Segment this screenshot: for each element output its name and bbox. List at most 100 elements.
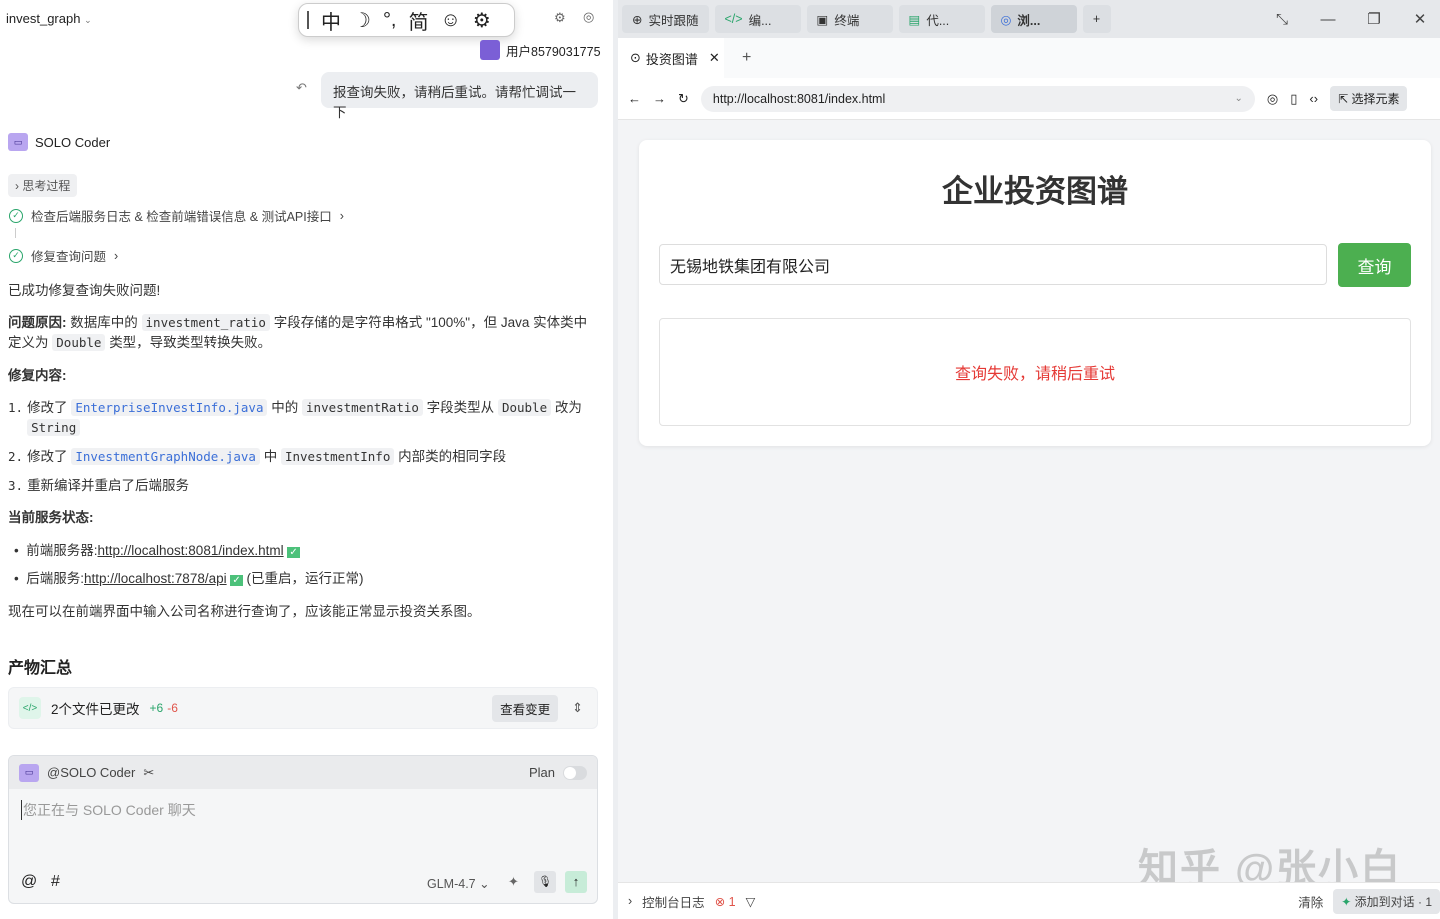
chevron-right-icon[interactable]: › (628, 894, 632, 908)
status-item: • 后端服务:http://localhost:7878/api ✓ (已重启，… (14, 571, 364, 586)
file-link[interactable]: EnterpriseInvestInfo.java (71, 399, 268, 416)
device-icon[interactable]: ▯ (1290, 91, 1297, 107)
maximize-button[interactable]: ❐ (1354, 10, 1394, 28)
chat-panel: invest_graph ⌄ 中 ☽ °, 简 ☺ ⚙ ⚙ ◎ 用户857903… (0, 0, 613, 919)
error-message: 查询失败，请稍后重试 (659, 318, 1411, 426)
code-brackets-icon[interactable]: ‹› (1309, 91, 1318, 106)
thinking-toggle[interactable]: › 思考过程 (8, 174, 78, 197)
console-label[interactable]: 控制台日志 (642, 892, 705, 911)
model-selector[interactable]: GLM-4.7 ⌄ (427, 876, 490, 891)
label: 后端服务: (26, 571, 84, 586)
mic-icon[interactable]: 🎙 (534, 871, 556, 893)
clear-button[interactable]: 清除 (1298, 892, 1323, 911)
back-icon[interactable]: ← (628, 91, 641, 106)
chat-input[interactable]: 您正在与 SOLO Coder 聊天 (21, 800, 196, 820)
new-tab-button[interactable]: + (742, 49, 751, 67)
account-icon[interactable]: ◎ (583, 9, 594, 25)
select-element-label: 选择元素 (1351, 92, 1400, 106)
label: 前端服务器: (26, 543, 98, 558)
step-item[interactable]: ✓ 检查后端服务日志 & 检查前端错误信息 & 测试API接口 › (9, 206, 344, 225)
settings-icon[interactable]: ⚙ (554, 10, 566, 26)
tab-live-follow[interactable]: ⊕ 实时跟随 (622, 5, 709, 33)
filter-icon[interactable]: ▽ (746, 894, 756, 909)
eye-icon: ⊙ (630, 50, 641, 65)
reload-icon[interactable]: ↻ (678, 91, 689, 107)
console-bar: › 控制台日志 ⊗ 1 ▽ 清除 ✦ 添加到对话 · 1 (618, 882, 1440, 919)
plan-toggle[interactable] (563, 765, 587, 780)
browser-tab-strip: ⊙ 投资图谱 ✕ + (618, 38, 1440, 78)
text: 类型，导致类型转换失败。 (109, 335, 272, 350)
user-message: 报查询失败，请稍后重试。请帮忙调试一下 (321, 72, 598, 120)
added-count: +6 (149, 701, 164, 715)
error-number: 1 (728, 894, 736, 909)
address-bar: ← → ↻ http://localhost:8081/index.html ⌄ … (618, 78, 1440, 120)
close-tab-icon[interactable]: ✕ (709, 50, 720, 66)
close-button[interactable]: ✕ (1400, 10, 1440, 28)
mention-icon[interactable]: @ (21, 873, 37, 891)
tab-browser[interactable]: ◎ 浏... (990, 5, 1077, 33)
tab-label: 编... (748, 13, 772, 28)
url-link[interactable]: http://localhost:7878/api (84, 571, 227, 586)
changed-files-bar[interactable]: </> 2个文件已更改 +6 -6 查看变更 ⇕ (8, 687, 598, 729)
agent-mention[interactable]: @SOLO Coder (47, 765, 135, 780)
minimize-button[interactable]: — (1308, 11, 1348, 28)
add-to-chat-button[interactable]: ✦ 添加到对话 · 1 (1333, 888, 1440, 914)
collapse-icon[interactable]: ⤡ (1262, 11, 1302, 28)
project-selector[interactable]: invest_graph ⌄ (6, 11, 92, 26)
agent-icon: ▭ (19, 763, 39, 782)
chevron-right-icon: › (339, 208, 344, 223)
sparkle-icon: ✦ (1341, 894, 1352, 909)
ime-mode-button[interactable]: 中 (321, 6, 341, 35)
agent-name: SOLO Coder (35, 134, 111, 150)
undo-icon[interactable]: ↶ (296, 80, 307, 96)
avatar (480, 40, 500, 60)
browser-panel: ⊕ 实时跟随 </> 编... ▣ 终端 ▤ 代... ◎ 浏... + ⤡ — ❐ ✕ … (618, 0, 1440, 919)
browser-tab[interactable]: ⊙ 投资图谱 ✕ (618, 38, 724, 78)
url-input[interactable]: http://localhost:8081/index.html ⌄ (700, 85, 1255, 112)
url-link[interactable]: http://localhost:8081/index.html (98, 543, 284, 558)
heading: 当前服务状态: (8, 510, 94, 525)
user-info: 用户8579031775 (480, 40, 601, 60)
page-title: 企业投资图谱 (942, 174, 1128, 209)
artifacts-heading: 产物汇总 (8, 660, 73, 677)
query-button[interactable]: 查询 (1338, 243, 1411, 287)
add-tab-button[interactable]: + (1082, 5, 1111, 33)
file-link[interactable]: InvestmentGraphNode.java (71, 448, 260, 465)
expand-icon[interactable]: ⇕ (572, 700, 583, 716)
text: 重新编译并重启了后端服务 (27, 478, 190, 493)
script-button[interactable]: 简 (409, 6, 429, 35)
send-button[interactable]: ↑ (565, 871, 587, 893)
code: investmentRatio (302, 399, 423, 416)
tab-editor[interactable]: </> 编... (714, 5, 801, 33)
tools-icon[interactable]: ✂ (143, 765, 154, 781)
sparkle-icon[interactable]: ✦ (508, 874, 519, 890)
thinking-label: 思考过程 (22, 179, 71, 193)
emoji-icon[interactable]: ☺ (441, 9, 461, 32)
number: 3. (8, 478, 24, 493)
check-circle-icon: ✓ (9, 248, 23, 263)
moon-icon[interactable]: ☽ (353, 8, 371, 33)
tab-terminal[interactable]: ▣ 终端 (806, 5, 893, 33)
company-search-input[interactable]: 无锡地铁集团有限公司 (659, 244, 1327, 285)
code: Double (497, 399, 552, 416)
code: String (27, 419, 81, 436)
compass-icon[interactable]: ◎ (1267, 91, 1278, 107)
terminal-icon: ▣ (816, 12, 829, 27)
tab-code[interactable]: ▤ 代... (898, 5, 985, 33)
book-icon: ▤ (908, 12, 921, 27)
drag-handle-icon[interactable] (307, 11, 309, 29)
view-changes-button[interactable]: 查看变更 (492, 694, 559, 722)
conclusion-text: 现在可以在前端界面中输入公司名称进行查询了，应该能正常显示投资关系图。 (8, 604, 481, 619)
select-element-button[interactable]: ⇱ 选择元素 (1330, 86, 1408, 111)
hash-icon[interactable]: # (51, 873, 60, 891)
user-name: 用户8579031775 (506, 44, 601, 59)
forward-icon[interactable]: → (653, 91, 666, 106)
step-item[interactable]: ✓ 修复查询问题 › (9, 246, 118, 265)
chat-input-box: ▭ @SOLO Coder ✂ Plan 您正在与 SOLO Coder 聊天 … (8, 755, 598, 904)
text: 改为 (554, 400, 582, 415)
tab-label: 终端 (834, 13, 860, 28)
punctuation-button[interactable]: °, (383, 9, 397, 32)
text: 内部类的相同字段 (398, 449, 507, 464)
chevron-down-icon[interactable]: ⌄ (1235, 93, 1243, 104)
gear-icon[interactable]: ⚙ (473, 8, 491, 33)
